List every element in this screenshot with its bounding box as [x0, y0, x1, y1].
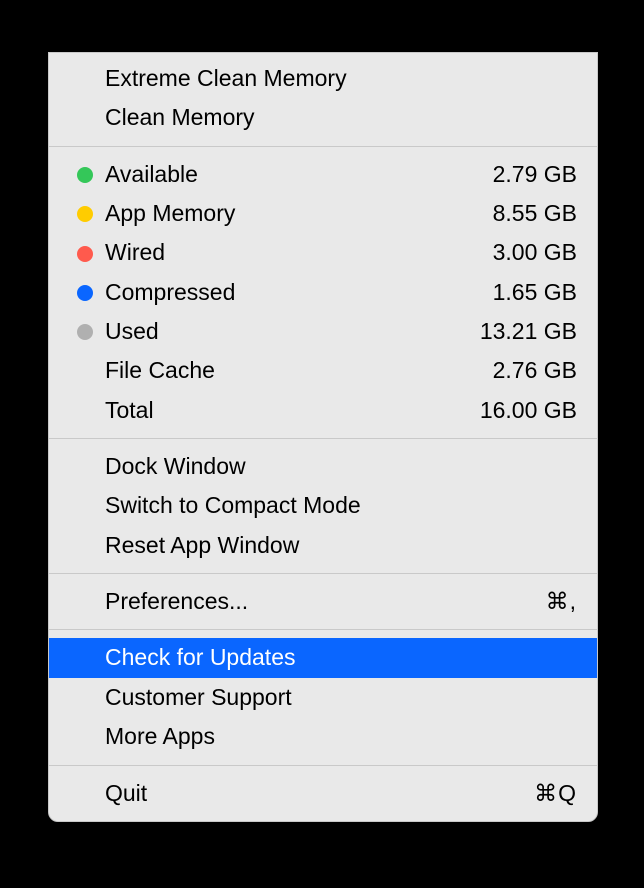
stat-value: 1.65 GB [493, 276, 577, 309]
menu-item-label: Clean Memory [105, 101, 255, 134]
stat-label: Total [105, 394, 154, 427]
dot-icon [77, 324, 93, 340]
separator [49, 438, 597, 439]
stat-label: App Memory [105, 197, 235, 230]
menu-item-quit[interactable]: Quit ⌘Q [49, 774, 597, 813]
stat-used: Used 13.21 GB [49, 312, 597, 351]
stat-label: File Cache [105, 354, 215, 387]
menu-item-switch-compact[interactable]: Switch to Compact Mode [49, 486, 597, 525]
menu-item-label: Extreme Clean Memory [105, 62, 347, 95]
stat-value: 2.79 GB [493, 158, 577, 191]
menu-item-label: Dock Window [105, 450, 246, 483]
stat-value: 16.00 GB [480, 394, 577, 427]
separator [49, 146, 597, 147]
menu-item-dock-window[interactable]: Dock Window [49, 447, 597, 486]
stat-file-cache: File Cache 2.76 GB [49, 351, 597, 390]
menu-item-label: Quit [105, 777, 147, 810]
dot-icon [77, 285, 93, 301]
stat-value: 3.00 GB [493, 236, 577, 269]
menu-item-label: Reset App Window [105, 529, 299, 562]
separator [49, 629, 597, 630]
stat-compressed: Compressed 1.65 GB [49, 273, 597, 312]
dot-icon [77, 246, 93, 262]
stat-value: 13.21 GB [480, 315, 577, 348]
menu-item-extreme-clean-memory[interactable]: Extreme Clean Memory [49, 59, 597, 98]
menu: Extreme Clean Memory Clean Memory Availa… [48, 52, 598, 822]
stat-value: 8.55 GB [493, 197, 577, 230]
stat-label: Used [105, 315, 159, 348]
menu-item-check-updates[interactable]: Check for Updates [49, 638, 597, 677]
stat-total: Total 16.00 GB [49, 391, 597, 430]
stat-app-memory: App Memory 8.55 GB [49, 194, 597, 233]
separator [49, 765, 597, 766]
dot-icon [77, 167, 93, 183]
menu-item-preferences[interactable]: Preferences... ⌘, [49, 582, 597, 621]
menu-item-reset-window[interactable]: Reset App Window [49, 526, 597, 565]
shortcut: ⌘, [546, 585, 577, 618]
menu-item-more-apps[interactable]: More Apps [49, 717, 597, 756]
stat-value: 2.76 GB [493, 354, 577, 387]
stat-label: Wired [105, 236, 165, 269]
menu-item-customer-support[interactable]: Customer Support [49, 678, 597, 717]
menu-item-clean-memory[interactable]: Clean Memory [49, 98, 597, 137]
stat-available: Available 2.79 GB [49, 155, 597, 194]
menu-item-label: More Apps [105, 720, 215, 753]
separator [49, 573, 597, 574]
menu-item-label: Switch to Compact Mode [105, 489, 361, 522]
menu-item-label: Customer Support [105, 681, 292, 714]
stat-label: Available [105, 158, 198, 191]
stat-label: Compressed [105, 276, 235, 309]
shortcut: ⌘Q [534, 777, 577, 810]
menu-item-label: Check for Updates [105, 641, 295, 674]
dot-icon [77, 206, 93, 222]
menu-item-label: Preferences... [105, 585, 248, 618]
stat-wired: Wired 3.00 GB [49, 233, 597, 272]
